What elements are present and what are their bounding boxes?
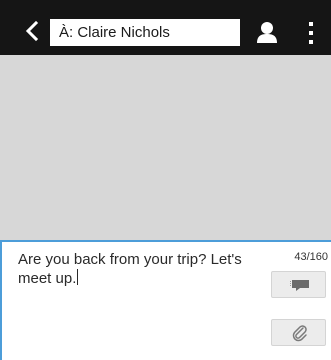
more-options-button[interactable]: [306, 20, 316, 46]
person-icon: [257, 22, 277, 43]
text-caret: [77, 269, 79, 285]
send-button[interactable]: [271, 271, 326, 298]
top-bar: À: Claire Nichols: [0, 0, 331, 55]
recipient-field[interactable]: À: Claire Nichols: [50, 19, 240, 46]
message-text: Are you back from your trip? Let's meet …: [18, 251, 246, 287]
attach-button[interactable]: [271, 319, 326, 346]
conversation-thread: [0, 55, 331, 240]
more-vertical-icon: [309, 22, 313, 44]
chevron-left-icon: [25, 20, 39, 42]
compose-edge: [0, 242, 2, 360]
send-icon: [290, 280, 309, 291]
character-counter: 43/160: [294, 251, 328, 263]
back-button[interactable]: [22, 20, 42, 42]
paperclip-icon: [292, 325, 307, 342]
message-input[interactable]: Are you back from your trip? Let's meet …: [18, 251, 263, 288]
add-contact-button[interactable]: [255, 20, 279, 46]
